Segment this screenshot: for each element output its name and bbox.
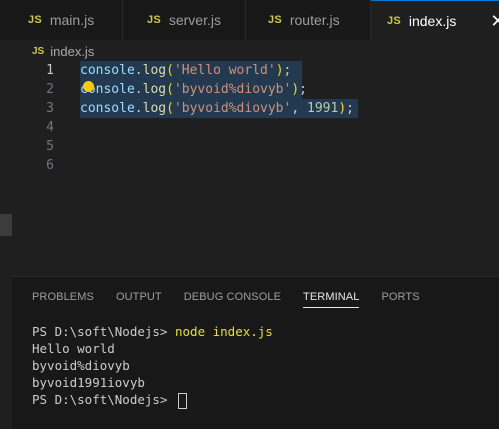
tab-label: index.js bbox=[408, 13, 457, 29]
terminal-line: PS D:\soft\Nodejs> node index.js bbox=[32, 323, 273, 340]
tab-main-js[interactable]: JS main.js bbox=[0, 0, 123, 40]
tab-server-js[interactable]: JS server.js bbox=[123, 0, 246, 40]
line-number: 3 bbox=[46, 101, 54, 116]
breadcrumb-file[interactable]: index.js bbox=[50, 44, 94, 59]
panel-tabs: PROBLEMS OUTPUT DEBUG CONSOLE TERMINAL P… bbox=[32, 291, 442, 308]
tab-terminal[interactable]: TERMINAL bbox=[303, 291, 360, 308]
code-line[interactable]: 2 console.log('byvoid%diovyb'); bbox=[0, 80, 499, 99]
tab-index-js[interactable]: JS index.js ✕ bbox=[371, 0, 499, 41]
lightbulb-icon[interactable] bbox=[83, 81, 94, 92]
terminal-prompt: PS D:\soft\Nodejs> bbox=[32, 392, 175, 407]
line-number: 1 bbox=[46, 63, 54, 78]
code-line[interactable]: 1 console.log('Hello world'); bbox=[0, 61, 499, 80]
line-number: 4 bbox=[46, 120, 54, 135]
tab-label: main.js bbox=[49, 12, 95, 28]
terminal-cursor bbox=[178, 392, 187, 409]
tab-label: server.js bbox=[168, 12, 221, 28]
terminal-output[interactable]: PS D:\soft\Nodejs> node index.js Hello w… bbox=[32, 323, 273, 409]
line-number: 2 bbox=[46, 82, 54, 97]
code-line[interactable]: 6 bbox=[0, 156, 499, 175]
tab-router-js[interactable]: JS router.js bbox=[246, 0, 371, 40]
js-file-icon: JS bbox=[268, 14, 282, 26]
code-line[interactable]: 3 console.log('byvoid%diovyb', 1991); bbox=[0, 99, 499, 118]
terminal-line: byvoid1991iovyb bbox=[32, 375, 145, 390]
tab-debug-console[interactable]: DEBUG CONSOLE bbox=[184, 291, 281, 308]
terminal-prompt: PS D:\soft\Nodejs> bbox=[32, 324, 175, 339]
code-text: console.log('byvoid%diovyb'); bbox=[80, 82, 307, 97]
tab-output[interactable]: OUTPUT bbox=[116, 291, 162, 308]
code-editor[interactable]: 1 console.log('Hello world'); 2 console.… bbox=[0, 60, 499, 275]
terminal-line: Hello world bbox=[32, 341, 115, 356]
tab-label: router.js bbox=[289, 12, 340, 28]
terminal-command: node index.js bbox=[175, 324, 273, 339]
code-text: console.log('byvoid%diovyb', 1991); bbox=[80, 101, 354, 116]
code-line[interactable]: 4 bbox=[0, 118, 499, 137]
js-file-icon: JS bbox=[28, 14, 42, 26]
terminal-line: PS D:\soft\Nodejs> bbox=[32, 391, 273, 409]
close-icon[interactable]: ✕ bbox=[490, 12, 499, 30]
code-text: console.log('Hello world'); bbox=[80, 63, 292, 78]
code-line[interactable]: 5 bbox=[0, 137, 499, 156]
tab-problems[interactable]: PROBLEMS bbox=[32, 291, 94, 308]
line-number: 6 bbox=[46, 158, 54, 173]
tab-ports[interactable]: PORTS bbox=[381, 291, 419, 308]
terminal-line: byvoid%diovyb bbox=[32, 358, 130, 373]
js-file-icon: JS bbox=[147, 14, 161, 26]
js-file-icon: JS bbox=[387, 15, 401, 27]
editor-tab-bar: JS main.js JS server.js JS router.js JS … bbox=[0, 0, 499, 41]
breadcrumb[interactable]: JS index.js bbox=[32, 42, 94, 60]
js-file-icon: JS bbox=[32, 45, 45, 57]
bottom-panel: PROBLEMS OUTPUT DEBUG CONSOLE TERMINAL P… bbox=[12, 276, 499, 429]
line-number: 5 bbox=[46, 139, 54, 154]
